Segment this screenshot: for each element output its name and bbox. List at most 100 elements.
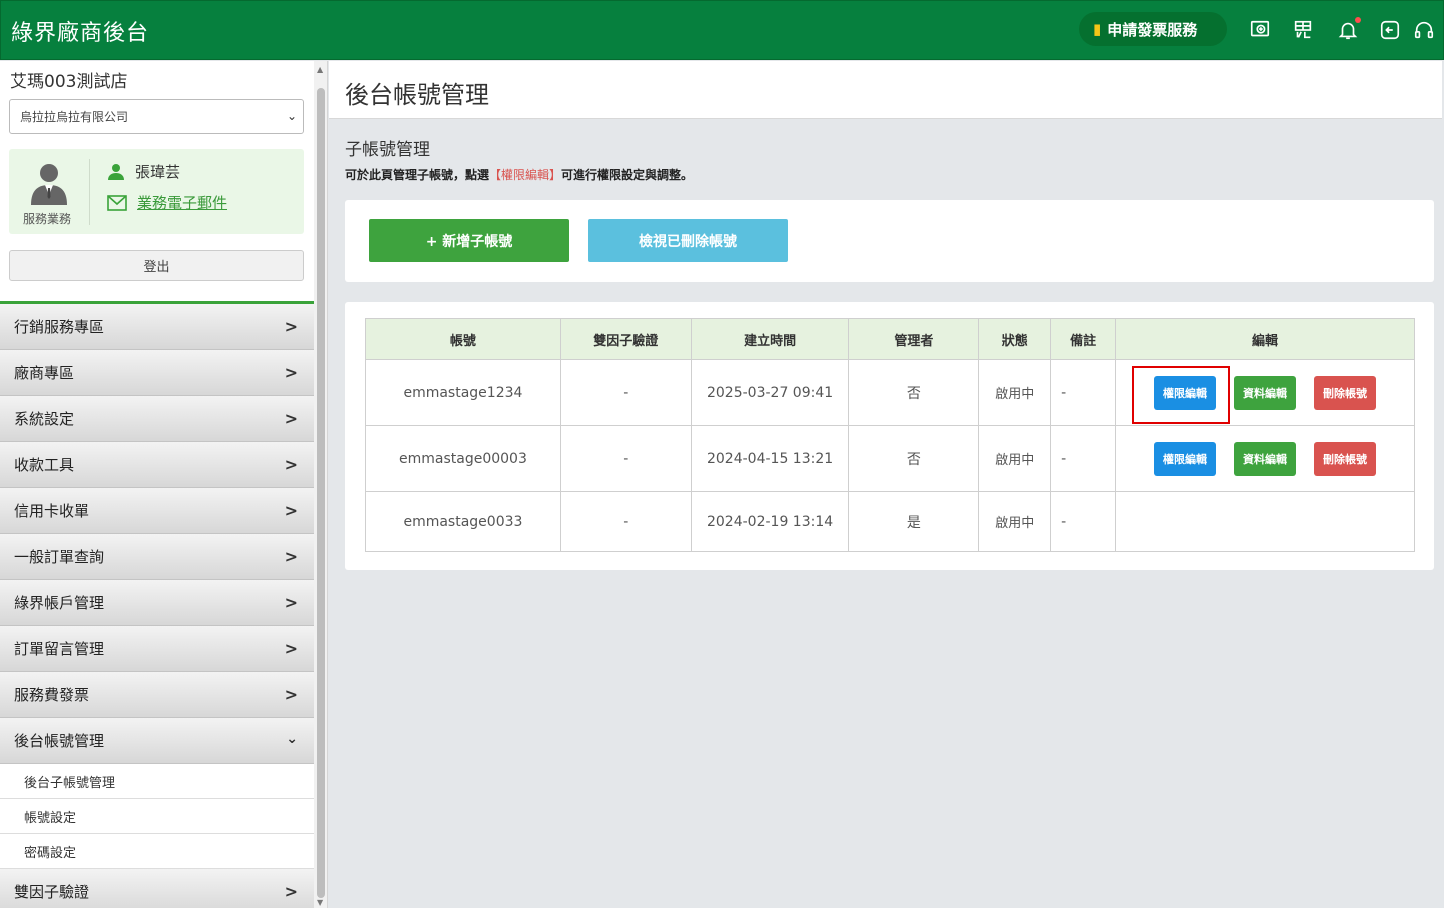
scroll-down-icon[interactable]: ▼ xyxy=(317,898,323,907)
chevron-right-icon: > xyxy=(284,593,298,612)
menu-label: 廠商專區 xyxy=(14,364,75,382)
company-select[interactable]: 烏拉拉烏拉有限公司 ⌄ xyxy=(9,99,304,134)
agent-name-row: 張瑋芸 xyxy=(107,161,180,182)
info-edit-button[interactable]: 資料編輯 xyxy=(1234,441,1297,476)
sidebar-scrollbar[interactable]: ▲ ▼ xyxy=(314,61,328,908)
top-header: 綠界廠商後台 ▮ 申請發票服務 xyxy=(0,0,1444,60)
chevron-right-icon: > xyxy=(284,501,298,520)
sidebar-item-credit-card[interactable]: 信用卡收單 > xyxy=(0,488,314,534)
chevron-right-icon: > xyxy=(284,882,298,901)
headset-icon[interactable] xyxy=(1411,17,1437,43)
permission-edit-button[interactable]: 權限編輯 xyxy=(1154,441,1217,476)
menu-label: 雙因子驗證 xyxy=(14,883,90,901)
table-row: emmastage0033 - 2024-02-19 13:14 是 啟用中 - xyxy=(365,491,1415,552)
cell-status: 啟用中 xyxy=(978,491,1052,552)
sidebar-item-merchant[interactable]: 廠商專區 > xyxy=(0,350,314,396)
accounts-table: 帳號 雙因子驗證 建立時間 管理者 狀態 備註 編輯 emmastage1234… xyxy=(365,318,1415,552)
chevron-right-icon: > xyxy=(284,639,298,658)
cell-note: - xyxy=(1050,491,1117,552)
cell-created: 2024-02-19 13:14 xyxy=(690,491,850,552)
chevron-right-icon: > xyxy=(284,409,298,428)
cell-admin: 否 xyxy=(848,359,980,426)
back-arrow-icon[interactable] xyxy=(1377,17,1403,43)
sidebar-item-order-message[interactable]: 訂單留言管理 > xyxy=(0,626,314,672)
agent-divider xyxy=(89,159,90,225)
col-created: 建立時間 xyxy=(690,318,850,360)
bell-icon[interactable] xyxy=(1335,17,1361,43)
chevron-down-icon: ⌄ xyxy=(286,109,297,123)
delete-account-button[interactable]: 刪除帳號 xyxy=(1314,441,1377,476)
cell-created: 2024-04-15 13:21 xyxy=(690,425,850,492)
notification-dot xyxy=(1355,17,1361,23)
delete-account-button[interactable]: 刪除帳號 xyxy=(1314,375,1377,410)
sidebar-item-backend-account[interactable]: 後台帳號管理 ⌄ xyxy=(0,718,314,764)
scroll-up-icon[interactable]: ▲ xyxy=(317,65,323,74)
chevron-right-icon: > xyxy=(284,317,298,336)
menu-label: 服務費發票 xyxy=(14,686,90,704)
sidebar-subitem-account-settings[interactable]: 帳號設定 xyxy=(0,799,314,834)
col-status: 狀態 xyxy=(978,318,1052,360)
view-deleted-accounts-button[interactable]: 檢視已刪除帳號 xyxy=(588,219,788,262)
actions-card: + 新增子帳號 檢視已刪除帳號 xyxy=(345,200,1434,282)
table-row: emmastage00003 - 2024-04-15 13:21 否 啟用中 … xyxy=(365,425,1415,492)
desc-highlight: 【權限編輯】 xyxy=(489,168,562,182)
sidebar-item-payment-tools[interactable]: 收款工具 > xyxy=(0,442,314,488)
cell-status: 啟用中 xyxy=(978,425,1052,492)
menu-label: 系統設定 xyxy=(14,410,75,428)
cell-account: emmastage1234 xyxy=(365,359,561,426)
cell-note: - xyxy=(1050,359,1117,426)
cell-account: emmastage00003 xyxy=(365,425,561,492)
col-admin: 管理者 xyxy=(848,318,980,360)
scroll-thumb[interactable] xyxy=(317,88,325,898)
cell-two-factor: - xyxy=(559,425,692,492)
invoice-icon: ▮ xyxy=(1093,20,1102,38)
cell-edit: 權限編輯 資料編輯 刪除帳號 xyxy=(1115,425,1415,492)
page-header: 後台帳號管理 xyxy=(329,61,1442,119)
menu-label: 訂單留言管理 xyxy=(14,640,105,658)
user-icon xyxy=(108,163,124,180)
cell-two-factor: - xyxy=(559,491,692,552)
menu-label: 一般訂單查詢 xyxy=(14,548,105,566)
menu-label: 行銷服務專區 xyxy=(14,318,105,336)
table-row: emmastage1234 - 2025-03-27 09:41 否 啟用中 -… xyxy=(365,359,1415,426)
agent-card: 服務業務 張瑋芸 業務電子郵件 xyxy=(9,149,304,234)
accounts-table-card: 帳號 雙因子驗證 建立時間 管理者 狀態 備註 編輯 emmastage1234… xyxy=(345,302,1434,570)
menu-label: 綠界帳戶管理 xyxy=(14,594,105,612)
cell-admin: 否 xyxy=(848,425,980,492)
sidebar-subitem-sub-accounts[interactable]: 後台子帳號管理 xyxy=(0,764,314,799)
agent-email-link[interactable]: 業務電子郵件 xyxy=(137,192,227,213)
store-name: 艾瑪003測試店 xyxy=(10,72,128,92)
merchant-icon[interactable] xyxy=(1290,17,1316,43)
logout-button[interactable]: 登出 xyxy=(9,250,304,281)
desc-before: 可於此頁管理子帳號，點選 xyxy=(345,168,490,182)
sidebar-item-account[interactable]: 綠界帳戶管理 > xyxy=(0,580,314,626)
sidebar-item-service-invoice[interactable]: 服務費發票 > xyxy=(0,672,314,718)
col-account: 帳號 xyxy=(365,318,561,360)
section-title: 子帳號管理 xyxy=(345,140,430,160)
col-note: 備註 xyxy=(1050,318,1117,360)
cell-note: - xyxy=(1050,425,1117,492)
section-description: 可於此頁管理子帳號，點選【權限編輯】可進行權限設定與調整。 xyxy=(345,166,693,183)
sidebar-item-order-query[interactable]: 一般訂單查詢 > xyxy=(0,534,314,580)
sidebar-menu: 行銷服務專區 > 廠商專區 > 系統設定 > 收款工具 > 信用卡收單 > 一般訂單查詢 >… xyxy=(0,304,314,908)
agent-role: 服務業務 xyxy=(23,212,72,226)
sidebar-item-system[interactable]: 系統設定 > xyxy=(0,396,314,442)
chevron-right-icon: > xyxy=(284,685,298,704)
agent-email-row: 業務電子郵件 xyxy=(107,192,227,213)
sidebar-subitem-password-settings[interactable]: 密碼設定 xyxy=(0,834,314,869)
cell-status: 啟用中 xyxy=(978,359,1052,426)
table-header-row: 帳號 雙因子驗證 建立時間 管理者 狀態 備註 編輯 xyxy=(365,318,1415,360)
menu-label: 收款工具 xyxy=(14,456,75,474)
add-sub-account-button[interactable]: + 新增子帳號 xyxy=(369,219,569,262)
sidebar-item-two-factor[interactable]: 雙因子驗證 > xyxy=(0,869,314,908)
invoice-service-button[interactable]: ▮ 申請發票服務 xyxy=(1079,12,1227,46)
agent-avatar-icon xyxy=(31,164,67,205)
brand-title[interactable]: 綠界廠商後台 xyxy=(11,15,149,47)
sidebar-item-marketing[interactable]: 行銷服務專區 > xyxy=(0,304,314,350)
desc-after: 可進行權限設定與調整。 xyxy=(561,168,694,182)
highlight-box xyxy=(1132,366,1230,424)
cell-created: 2025-03-27 09:41 xyxy=(690,359,850,426)
cell-admin: 是 xyxy=(848,491,980,552)
screen-icon[interactable] xyxy=(1247,17,1273,43)
info-edit-button[interactable]: 資料編輯 xyxy=(1234,375,1297,410)
